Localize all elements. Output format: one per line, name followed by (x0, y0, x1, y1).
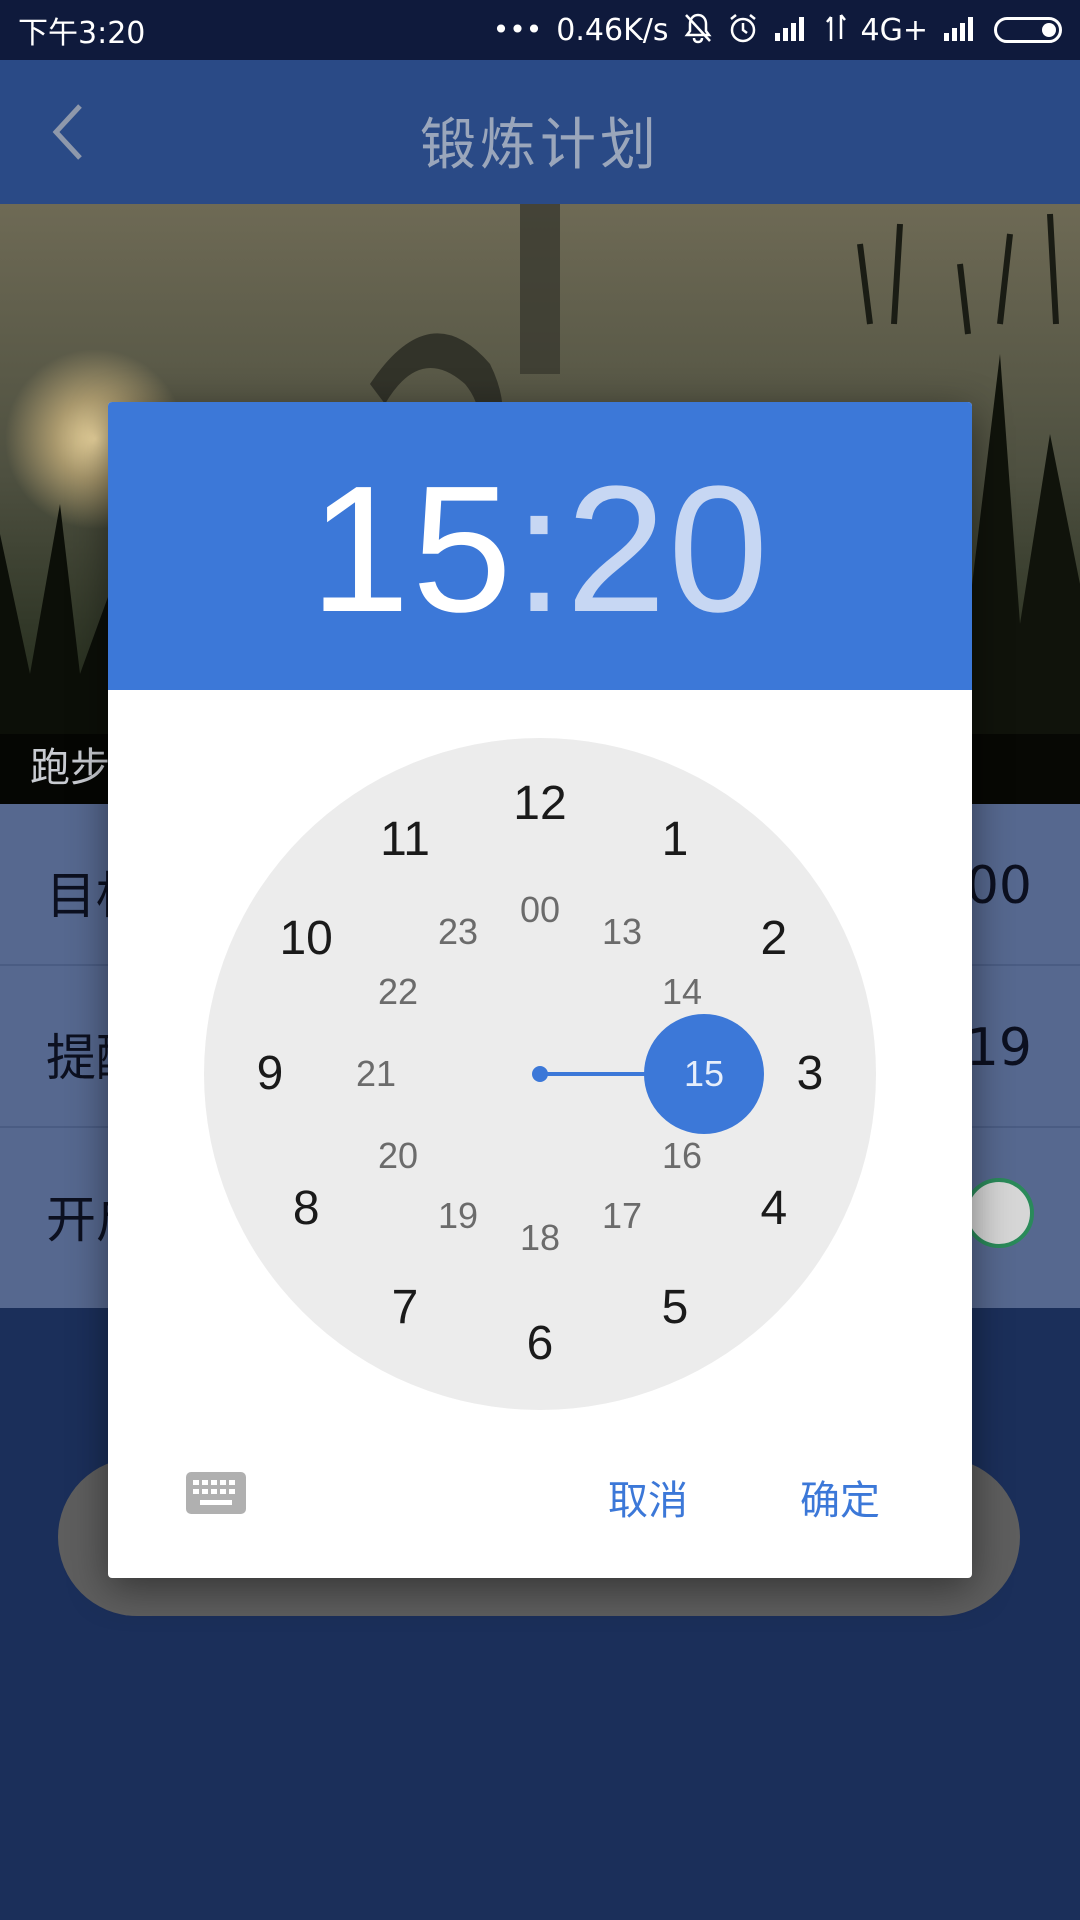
time-picker-header: 15:20 (108, 402, 972, 690)
clock-number[interactable]: 9 (230, 1044, 310, 1104)
clock-number-inner[interactable]: 18 (500, 1208, 580, 1268)
clock-number[interactable]: 3 (770, 1044, 850, 1104)
clock-number[interactable]: 12 (500, 774, 580, 834)
clock-number-inner[interactable]: 14 (642, 962, 722, 1022)
selected-hour[interactable]: 15 (644, 1014, 764, 1134)
clock-number-inner[interactable]: 17 (582, 1186, 662, 1246)
time-picker-dialog: 15:20 15 12 1 2 3 4 5 6 7 8 9 10 11 00 13 14 16 17 18 19 20… (108, 402, 972, 1578)
keyboard-icon[interactable] (186, 1472, 246, 1514)
time-display: 15:20 (108, 460, 972, 640)
clock-number[interactable]: 2 (734, 909, 814, 969)
clock-number-inner[interactable]: 16 (642, 1126, 722, 1186)
cancel-button[interactable]: 取消 (608, 1468, 688, 1526)
clock-number-inner[interactable]: 21 (336, 1044, 416, 1104)
clock-number-inner[interactable]: 13 (582, 902, 662, 962)
clock-number[interactable]: 10 (266, 909, 346, 969)
clock-number-inner[interactable]: 23 (418, 902, 498, 962)
time-colon: : (513, 449, 566, 650)
clock-number[interactable]: 7 (365, 1278, 445, 1338)
clock-number-inner[interactable]: 22 (358, 962, 438, 1022)
clock-dial[interactable]: 15 12 1 2 3 4 5 6 7 8 9 10 11 00 13 14 16 17 18 19 20 21 22 23 (204, 738, 876, 1410)
clock-number-inner[interactable]: 20 (358, 1126, 438, 1186)
clock-number-inner[interactable]: 19 (418, 1186, 498, 1246)
minute-display[interactable]: 20 (566, 449, 770, 650)
clock-number[interactable]: 4 (734, 1179, 814, 1239)
clock-number[interactable]: 5 (635, 1278, 715, 1338)
clock-center-dot (532, 1066, 548, 1082)
hour-display[interactable]: 15 (310, 449, 514, 650)
clock-number[interactable]: 6 (500, 1314, 580, 1374)
clock-number[interactable]: 8 (266, 1179, 346, 1239)
clock-number-inner[interactable]: 00 (500, 880, 580, 940)
clock-number[interactable]: 1 (635, 810, 715, 870)
clock-number[interactable]: 11 (365, 810, 445, 870)
confirm-button[interactable]: 确定 (800, 1468, 880, 1526)
